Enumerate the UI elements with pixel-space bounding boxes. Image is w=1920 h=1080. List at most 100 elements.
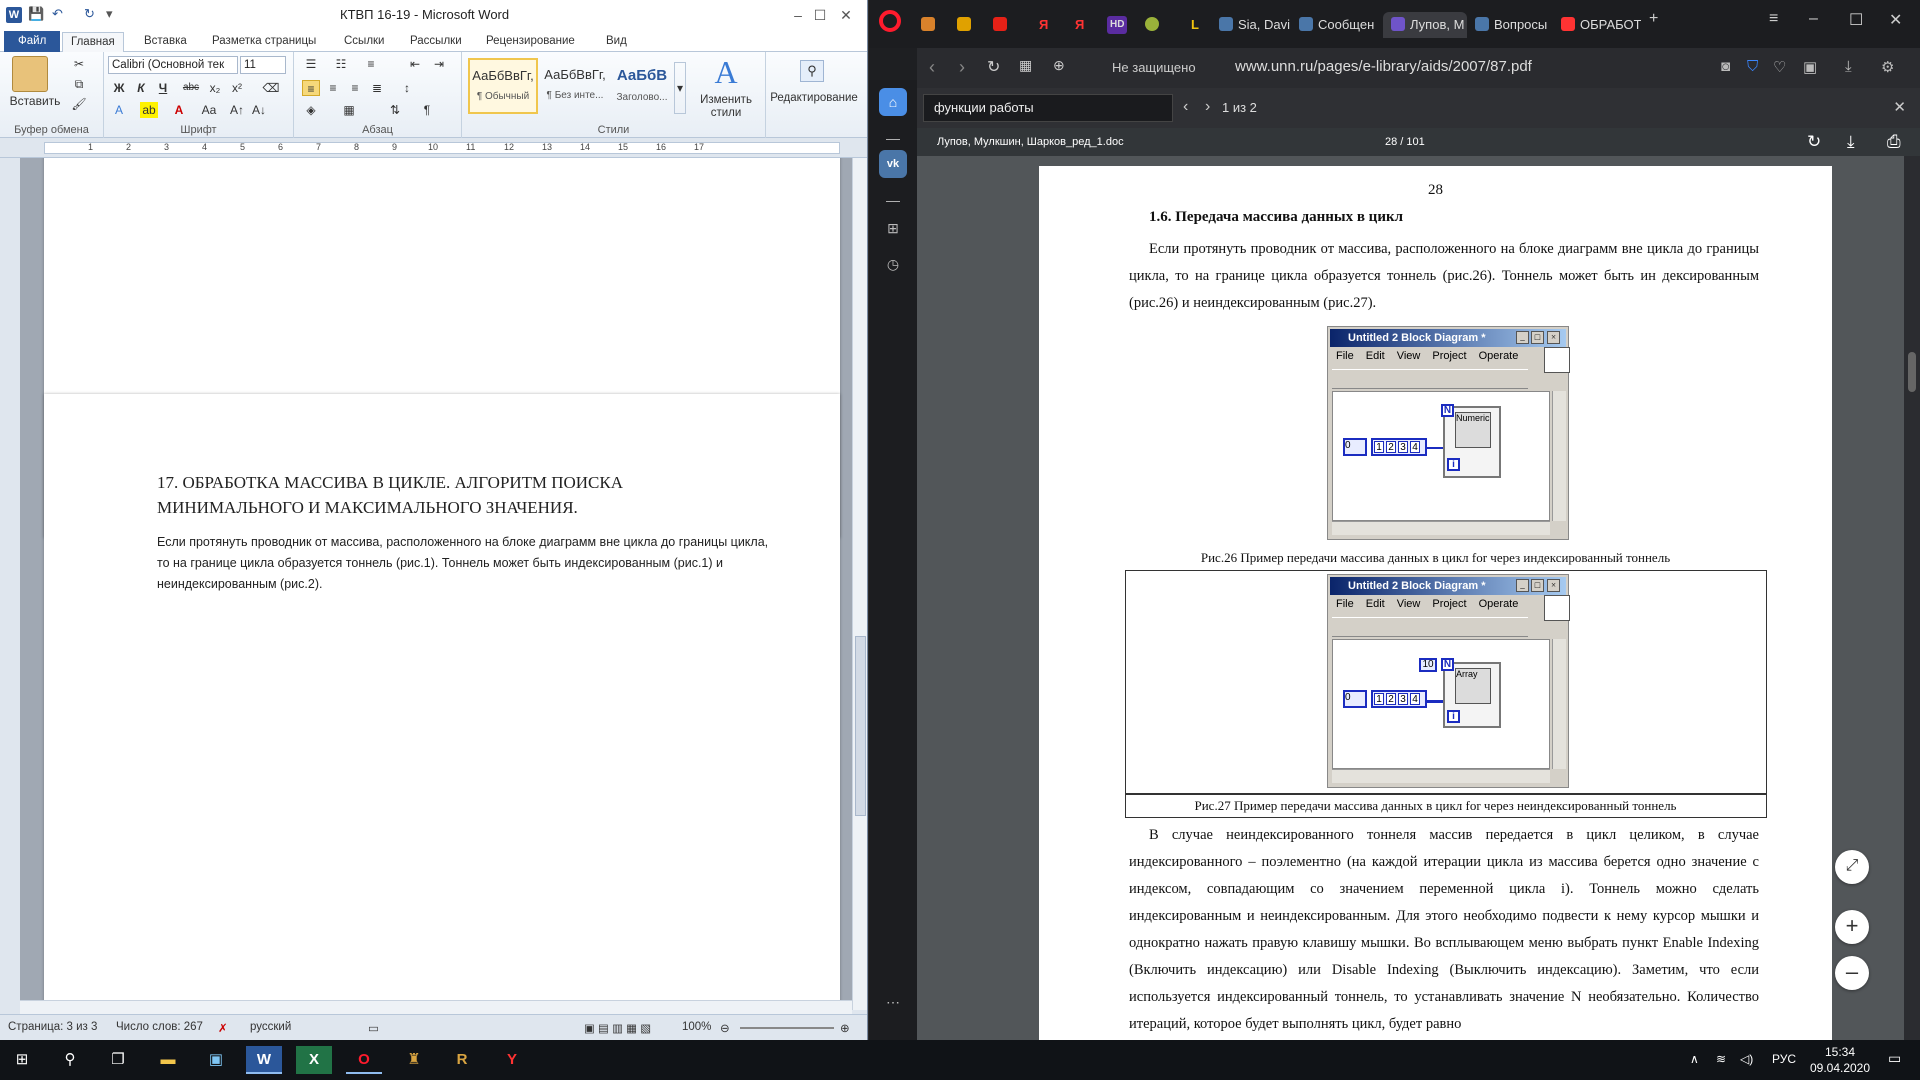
subscript-icon[interactable]: x₂ bbox=[206, 80, 224, 96]
app-taskbar-icon[interactable]: ♜ bbox=[396, 1046, 432, 1074]
show-marks-icon[interactable]: ¶ bbox=[418, 102, 436, 118]
search-icon[interactable]: ⚲ bbox=[52, 1046, 88, 1074]
tab-item[interactable]: HD bbox=[1107, 16, 1128, 34]
redo-icon[interactable]: ↻ bbox=[84, 6, 95, 22]
tab-home[interactable]: Главная bbox=[62, 32, 124, 53]
tab-item-active[interactable]: Лупов, М bbox=[1383, 12, 1467, 38]
tray-chevron-icon[interactable]: ∧ bbox=[1690, 1052, 1699, 1066]
tab-item[interactable] bbox=[1145, 12, 1164, 38]
new-tab-icon[interactable]: + bbox=[1649, 10, 1658, 28]
line-spacing-icon[interactable]: ↕ bbox=[398, 80, 416, 96]
start-icon[interactable]: ⊞ bbox=[4, 1046, 40, 1074]
settings-icon[interactable]: ⚙ bbox=[1881, 58, 1894, 76]
fit-page-button[interactable]: ⤢ bbox=[1835, 850, 1869, 884]
increase-indent-icon[interactable]: ⇥ bbox=[430, 56, 448, 72]
scrollbar-thumb[interactable] bbox=[855, 636, 866, 816]
font-size-combo[interactable]: 11 bbox=[240, 56, 286, 74]
close-button[interactable]: ✕ bbox=[1889, 10, 1902, 30]
find-close-icon[interactable]: ✕ bbox=[1893, 98, 1906, 116]
tab-insert[interactable]: Вставка bbox=[136, 32, 195, 52]
pdf-page-counter[interactable]: 28 / 101 bbox=[1385, 136, 1425, 148]
styles-more-icon[interactable]: ▾ bbox=[674, 62, 686, 114]
file-explorer-icon[interactable]: ▬ bbox=[150, 1046, 186, 1074]
word-count[interactable]: Число слов: 267 bbox=[116, 1021, 203, 1033]
format-painter-icon[interactable]: 🖌 bbox=[70, 96, 88, 112]
grow-font-icon[interactable]: A↑ bbox=[228, 102, 246, 118]
store-icon[interactable]: ▣ bbox=[198, 1046, 234, 1074]
tab-item[interactable] bbox=[957, 12, 976, 38]
tab-page-layout[interactable]: Разметка страницы bbox=[204, 32, 324, 52]
sort-icon[interactable]: ⇅ bbox=[386, 102, 404, 118]
align-center-icon[interactable]: ≡ bbox=[324, 80, 342, 96]
tab-menu-icon[interactable]: ≡ bbox=[1769, 10, 1778, 28]
clear-formatting-icon[interactable]: ⌫ bbox=[262, 80, 280, 96]
bold-icon[interactable]: Ж bbox=[110, 80, 128, 96]
history-icon[interactable]: ◷ bbox=[879, 250, 907, 278]
tab-mailings[interactable]: Рассылки bbox=[402, 32, 470, 52]
multilevel-list-icon[interactable]: ≡ bbox=[362, 56, 380, 72]
strikethrough-icon[interactable]: abc bbox=[182, 80, 200, 96]
change-case-icon[interactable]: Aa bbox=[200, 102, 218, 118]
tab-item[interactable]: L bbox=[1191, 12, 1199, 38]
opera-logo-icon[interactable] bbox=[879, 10, 901, 32]
camera-icon[interactable]: ◙ bbox=[1721, 58, 1730, 75]
superscript-icon[interactable]: x² bbox=[228, 80, 246, 96]
numbering-icon[interactable]: ☷ bbox=[332, 56, 350, 72]
home-icon[interactable]: ⌂ bbox=[879, 88, 907, 116]
zoom-in-icon[interactable]: ⊕ bbox=[840, 1021, 850, 1035]
tabs-overview-icon[interactable]: ▦ bbox=[1019, 57, 1032, 74]
tab-item[interactable] bbox=[921, 12, 940, 38]
italic-icon[interactable]: К bbox=[132, 80, 150, 96]
zoom-in-button[interactable]: + bbox=[1835, 910, 1869, 944]
scrollbar-thumb[interactable] bbox=[1908, 352, 1916, 392]
paste-icon[interactable] bbox=[12, 56, 48, 92]
undo-icon[interactable]: ↶ bbox=[52, 6, 63, 22]
borders-icon[interactable]: ▦ bbox=[340, 102, 358, 118]
tab-item[interactable]: ОБРАБОТ bbox=[1561, 12, 1641, 38]
volume-icon[interactable]: ◁) bbox=[1740, 1052, 1753, 1066]
style-heading[interactable]: АаБбВ Заголово... bbox=[612, 58, 672, 114]
vk-icon[interactable]: vk bbox=[879, 150, 907, 178]
game-taskbar-icon[interactable]: R bbox=[444, 1046, 480, 1074]
zoom-out-button[interactable]: – bbox=[1835, 956, 1869, 990]
save-icon[interactable]: 💾 bbox=[28, 6, 44, 22]
zoom-slider[interactable] bbox=[740, 1027, 834, 1029]
underline-icon[interactable]: Ч bbox=[154, 80, 172, 96]
bullets-icon[interactable]: ☰ bbox=[302, 56, 320, 72]
align-right-icon[interactable]: ≡ bbox=[346, 80, 364, 96]
highlight-icon[interactable]: ab bbox=[140, 102, 158, 118]
change-styles-icon[interactable]: A bbox=[706, 54, 746, 91]
style-normal[interactable]: АаБбВвГг, ¶ Обычный bbox=[468, 58, 538, 114]
forward-icon[interactable]: › bbox=[959, 57, 965, 78]
page-indicator[interactable]: Страница: 3 из 3 bbox=[8, 1021, 97, 1033]
shrink-font-icon[interactable]: A↓ bbox=[250, 102, 268, 118]
paste-button[interactable]: Вставить bbox=[4, 94, 66, 108]
macro-icon[interactable]: ▭ bbox=[368, 1021, 379, 1035]
document-page[interactable]: 17. ОБРАБОТКА МАССИВА В ЦИКЛЕ. АЛГОРИТМ … bbox=[44, 394, 840, 1010]
print-icon[interactable]: ⎙ bbox=[1887, 132, 1901, 152]
find-next-icon[interactable]: › bbox=[1205, 98, 1210, 116]
extension-icon[interactable]: ▣ bbox=[1803, 58, 1817, 76]
decrease-indent-icon[interactable]: ⇤ bbox=[406, 56, 424, 72]
heart-icon[interactable]: ♡ bbox=[1773, 58, 1786, 76]
zoom-level[interactable]: 100% bbox=[682, 1021, 711, 1033]
font-name-combo[interactable]: Calibri (Основной тек bbox=[108, 56, 238, 74]
binoculars-icon[interactable]: ⚲ bbox=[800, 60, 824, 82]
proofing-icon[interactable]: ✗ bbox=[218, 1021, 228, 1035]
tab-item[interactable]: Сообщен bbox=[1299, 12, 1379, 38]
justify-icon[interactable]: ≣ bbox=[368, 80, 386, 96]
close-button[interactable]: ✕ bbox=[826, 3, 866, 27]
tab-file[interactable]: Файл bbox=[4, 31, 61, 52]
copy-icon[interactable]: ⧉ bbox=[70, 76, 88, 92]
style-no-spacing[interactable]: АаБбВвГг, ¶ Без инте... bbox=[540, 58, 610, 114]
tab-item[interactable]: Я bbox=[1039, 12, 1048, 38]
shield-icon[interactable]: ⛉ bbox=[1747, 58, 1758, 75]
tab-item[interactable]: Sia, Davi bbox=[1219, 12, 1291, 38]
tab-references[interactable]: Ссылки bbox=[336, 32, 393, 52]
language-indicator[interactable]: русский bbox=[250, 1021, 291, 1033]
change-styles-button[interactable]: Изменить стили bbox=[698, 94, 754, 120]
find-input[interactable]: функции работы bbox=[923, 94, 1173, 122]
tab-review[interactable]: Рецензирование bbox=[478, 32, 583, 52]
task-view-icon[interactable]: ❐ bbox=[100, 1046, 136, 1074]
view-buttons[interactable]: ▣ ▤ ▥ ▦ ▧ bbox=[584, 1021, 651, 1035]
